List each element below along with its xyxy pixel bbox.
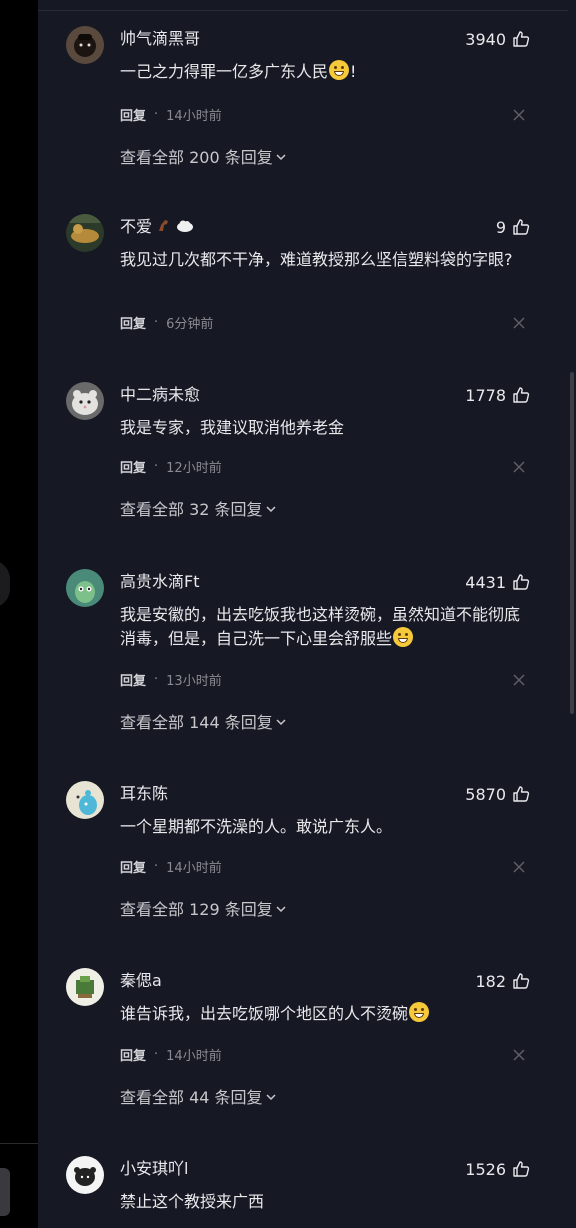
username[interactable]: 小安琪吖l <box>120 1158 188 1180</box>
horse-emoji-icon <box>156 217 172 239</box>
thumbs-up-icon <box>512 972 530 990</box>
timestamp: 14小时前 <box>166 1048 222 1064</box>
like-button[interactable]: 5870 <box>465 783 530 805</box>
expand-replies-button[interactable]: 查看全部 144 条回复 <box>120 709 287 733</box>
comment-meta: 回复 · 14小时前 <box>120 1045 222 1064</box>
chevron-down-icon <box>265 1089 277 1103</box>
thumbs-up-icon <box>512 573 530 591</box>
like-button[interactable]: 3940 <box>465 28 530 50</box>
like-count: 1778 <box>465 385 506 405</box>
rofl-emoji-icon <box>409 1002 430 1022</box>
avatar[interactable] <box>66 968 104 1006</box>
comment-meta: 回复 · 6分钟前 <box>120 313 214 332</box>
username[interactable]: 帅气滴黑哥 <box>120 28 200 50</box>
like-count: 9 <box>495 217 506 237</box>
username[interactable]: 耳东陈 <box>120 783 168 805</box>
expand-replies-button[interactable]: 查看全部 32 条回复 <box>120 496 277 520</box>
expand-replies-button[interactable]: 查看全部 44 条回复 <box>120 1084 277 1108</box>
thumbs-up-icon <box>512 386 530 404</box>
laugh-emoji-icon <box>393 627 414 647</box>
comment-text: 一个星期都不洗澡的人。敢说广东人。 <box>120 817 393 836</box>
timestamp: 14小时前 <box>166 860 222 876</box>
close-icon[interactable] <box>512 673 526 687</box>
comment-text: 我见过几次都不干净，难道教授那么坚信塑料袋的字眼? <box>120 250 513 269</box>
reply-button[interactable]: 回复 <box>120 313 146 332</box>
like-button[interactable]: 9 <box>496 216 530 238</box>
scrollbar-thumb[interactable] <box>570 372 574 714</box>
left-nav-button[interactable] <box>0 1168 10 1216</box>
like-count: 3940 <box>465 29 506 49</box>
comment-text: 谁告诉我，出去吃饭哪个地区的人不烫碗 <box>120 1002 530 1026</box>
avatar[interactable] <box>66 1156 104 1194</box>
expand-replies-button[interactable]: 查看全部 129 条回复 <box>120 896 287 920</box>
like-count: 1526 <box>465 1159 506 1179</box>
close-icon[interactable] <box>512 860 526 874</box>
close-icon[interactable] <box>512 1048 526 1062</box>
like-button[interactable]: 182 <box>475 970 530 992</box>
chevron-down-icon <box>275 714 287 728</box>
like-count: 182 <box>475 971 506 991</box>
like-count: 4431 <box>465 572 506 592</box>
thumbs-up-icon <box>512 30 530 48</box>
timestamp: 14小时前 <box>166 108 222 124</box>
comment-text: 我是安徽的，出去吃饭我也这样烫碗，虽然知道不能彻底消毒，但是，自己洗一下心里会舒… <box>120 605 521 648</box>
avatar[interactable] <box>66 214 104 252</box>
left-rail <box>0 0 38 1228</box>
username[interactable]: 秦偲a <box>120 970 162 992</box>
top-divider <box>38 10 568 11</box>
thumbs-up-icon <box>512 1160 530 1178</box>
reply-button[interactable]: 回复 <box>120 105 146 124</box>
comment-meta: 回复 · 12小时前 <box>120 457 222 476</box>
avatar[interactable] <box>66 26 104 64</box>
comment-text: 禁止这个教授来广西 <box>120 1192 265 1211</box>
avatar[interactable] <box>66 382 104 420</box>
username[interactable]: 高贵水滴Ft <box>120 571 199 593</box>
username[interactable]: 中二病未愈 <box>120 384 200 406</box>
grin-emoji-icon <box>329 60 350 80</box>
thumbs-up-icon <box>512 218 530 236</box>
chevron-down-icon <box>275 149 287 163</box>
comment-text: 一己之力得罪一亿多广东人民! <box>120 60 357 81</box>
like-count: 5870 <box>465 784 506 804</box>
reply-button[interactable]: 回复 <box>120 1045 146 1064</box>
chevron-down-icon <box>265 501 277 515</box>
comment-meta: 回复 · 14小时前 <box>120 857 222 876</box>
reply-button[interactable]: 回复 <box>120 457 146 476</box>
comment-meta: 回复 · 14小时前 <box>120 105 222 124</box>
comment-text: 我是专家，我建议取消他养老金 <box>120 418 345 437</box>
like-button[interactable]: 1526 <box>465 1158 530 1180</box>
username[interactable]: 不爱 <box>120 216 194 239</box>
close-icon[interactable] <box>512 108 526 122</box>
cloud-emoji-icon <box>176 217 194 239</box>
like-button[interactable]: 4431 <box>465 571 530 593</box>
scrollbar[interactable] <box>568 0 576 1228</box>
close-icon[interactable] <box>512 316 526 330</box>
close-icon[interactable] <box>512 460 526 474</box>
avatar[interactable] <box>66 569 104 607</box>
avatar[interactable] <box>66 781 104 819</box>
expand-replies-button[interactable]: 查看全部 200 条回复 <box>120 144 287 168</box>
like-button[interactable]: 1778 <box>465 384 530 406</box>
timestamp: 6分钟前 <box>166 316 214 332</box>
left-nav-handle[interactable] <box>0 560 10 608</box>
chevron-down-icon <box>275 901 287 915</box>
reply-button[interactable]: 回复 <box>120 857 146 876</box>
rail-divider <box>0 1143 38 1144</box>
comment-meta: 回复 · 13小时前 <box>120 670 222 689</box>
timestamp: 13小时前 <box>166 673 222 689</box>
thumbs-up-icon <box>512 785 530 803</box>
reply-button[interactable]: 回复 <box>120 670 146 689</box>
timestamp: 12小时前 <box>166 460 222 476</box>
